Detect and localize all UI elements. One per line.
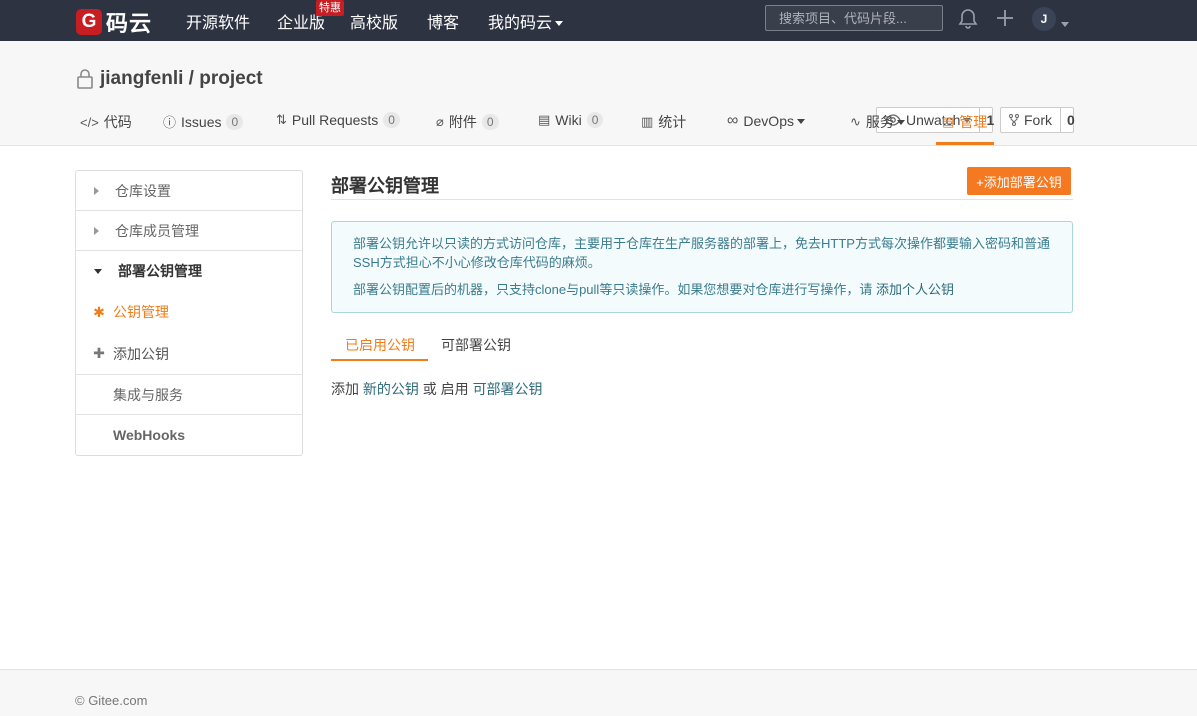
tab-label: Wiki [555, 112, 582, 128]
search-input[interactable] [765, 5, 943, 31]
active-tab-indicator [936, 142, 994, 145]
fork-icon [1009, 114, 1019, 126]
tab-stats[interactable]: ▥ 统计 [641, 112, 686, 132]
avatar-caret-icon[interactable] [1058, 13, 1069, 36]
tab-count: 0 [586, 112, 604, 128]
repo-name[interactable]: project [199, 68, 262, 90]
add-personal-key-link[interactable]: 添加个人公钥 [876, 282, 954, 297]
tab-enabled-keys[interactable]: 已启用公钥 [345, 335, 415, 355]
nav-my-gitee-label: 我的码云 [488, 15, 553, 32]
tab-services[interactable]: ∿ 服务 [850, 112, 905, 132]
avatar[interactable]: J [1032, 7, 1056, 31]
sidebar-subitem-add-key[interactable]: ✚ 添加公钥 [76, 333, 302, 375]
service-icon: ∿ [850, 114, 861, 129]
logo[interactable]: G 码云 [76, 6, 152, 38]
issue-icon: ⓘ [163, 115, 177, 130]
chevron-right-icon [94, 226, 99, 235]
tab-label: 代码 [103, 114, 132, 130]
tab-count: 0 [383, 112, 400, 128]
promo-badge: 特惠 [316, 0, 344, 16]
manage-icon: ▤ [942, 114, 955, 129]
sidebar-item-webhooks[interactable]: WebHooks [76, 415, 302, 455]
nav-my-gitee[interactable]: 我的码云 [488, 9, 564, 33]
stats-icon: ▥ [641, 114, 654, 129]
nav-open-source[interactable]: 开源软件 [186, 9, 250, 33]
chevron-down-icon [896, 119, 905, 125]
tab-issues[interactable]: ⓘ Issues 0 [163, 112, 244, 131]
plus-icon[interactable] [995, 8, 1015, 34]
chevron-down-icon [94, 268, 102, 274]
sidebar-subitem-key-manage[interactable]: ✱ 公钥管理 [76, 291, 302, 333]
bell-icon[interactable] [958, 8, 978, 36]
pull-request-icon: ⇅ [276, 112, 287, 127]
sidebar-item-deploy-keys[interactable]: 部署公钥管理 [76, 251, 302, 291]
tab-wiki[interactable]: ▤ Wiki 0 [538, 112, 604, 128]
fork-count[interactable]: 0 [1061, 112, 1081, 128]
chevron-down-icon [796, 118, 805, 124]
chevron-down-icon [555, 21, 564, 27]
top-nav: G 码云 开源软件 企业版 特惠 高校版 博客 我的码云 J [0, 0, 1197, 41]
sidebar-item-repo-settings[interactable]: 仓库设置 [76, 171, 302, 211]
tab-label: 管理 [959, 114, 988, 130]
empty-hint: 添加 新的公钥 或 启用 可部署公钥 [331, 379, 543, 399]
plus-icon: ✚ [93, 345, 105, 361]
fork-label-wrap: Fork [1001, 108, 1061, 132]
active-subtab-indicator [331, 359, 428, 361]
tab-count: 0 [481, 114, 499, 130]
logo-mark: G [76, 9, 102, 35]
wiki-icon: ▤ [538, 112, 551, 127]
sidebar-item-label: 公钥管理 [113, 304, 169, 320]
nav-blog[interactable]: 博客 [427, 9, 459, 33]
attachment-icon: ⌀ [436, 114, 444, 129]
footer-copyright: © Gitee.com [75, 693, 148, 708]
tab-label: Issues [181, 113, 222, 130]
tab-label: 服务 [865, 114, 894, 130]
code-icon: </> [80, 114, 99, 130]
tab-deployable-keys[interactable]: 可部署公钥 [441, 335, 511, 355]
footer: © Gitee.com [0, 669, 1197, 716]
repo-separator: / [183, 68, 200, 89]
lock-icon [77, 69, 93, 89]
nav-university[interactable]: 高校版 [350, 9, 398, 33]
fork-button[interactable]: Fork 0 [1000, 107, 1075, 133]
repo-owner[interactable]: jiangfenli [100, 68, 183, 90]
tab-label: Pull Requests [291, 112, 379, 128]
hint-text: 添加 [331, 381, 363, 397]
tab-attachments[interactable]: ⌀ 附件 0 [436, 112, 499, 132]
divider [331, 199, 1073, 200]
add-deploy-key-button[interactable]: +添加部署公钥 [967, 167, 1071, 195]
info-text-prefix: 部署公钥配置后的机器，只支持clone与pull等只读操作。如果您想要对仓库进行… [353, 282, 876, 297]
tab-count: 0 [226, 113, 244, 130]
logo-text: 码云 [106, 11, 153, 36]
tab-pull-requests[interactable]: ⇅ Pull Requests 0 [276, 112, 400, 128]
info-text: 部署公钥允许以只读的方式访问仓库，主要用于仓库在生产服务器的部署上，免去HTTP… [353, 236, 1050, 270]
chevron-right-icon [94, 186, 99, 195]
sidebar-item-members[interactable]: 仓库成员管理 [76, 211, 302, 251]
settings-sidebar: 仓库设置 仓库成员管理 部署公钥管理 ✱ 公钥管理 ✚ 添加公钥 集成与服务 Web… [75, 170, 303, 456]
tab-manage[interactable]: ▤ 管理 [942, 112, 987, 132]
hint-text: 或 启用 [418, 381, 473, 397]
deployable-keys-link[interactable]: 可部署公钥 [473, 381, 543, 397]
tab-label: 统计 [658, 114, 687, 130]
gear-icon: ✱ [93, 303, 105, 320]
info-text-2: 部署公钥配置后的机器，只支持clone与pull等只读操作。如果您想要对仓库进行… [353, 280, 1051, 299]
devops-icon: ∞ [727, 112, 739, 129]
sidebar-item-label: 仓库成员管理 [115, 222, 199, 239]
sidebar-item-label: 添加公钥 [113, 345, 169, 362]
tab-label: DevOps [743, 113, 794, 129]
tab-code[interactable]: </> 代码 [80, 112, 132, 132]
sidebar-item-integrations[interactable]: 集成与服务 [76, 375, 302, 415]
info-box: 部署公钥允许以只读的方式访问仓库，主要用于仓库在生产服务器的部署上，免去HTTP… [331, 221, 1073, 313]
tab-label: 附件 [448, 114, 477, 130]
repo-title: jiangfenli / project [76, 68, 263, 90]
tab-devops[interactable]: ∞ DevOps [727, 112, 805, 130]
page-title: 部署公钥管理 [331, 176, 439, 196]
new-key-link[interactable]: 新的公钥 [363, 381, 419, 397]
sidebar-item-label: 部署公钥管理 [118, 263, 202, 279]
fork-label: Fork [1024, 112, 1052, 128]
sidebar-item-label: 仓库设置 [115, 182, 171, 199]
